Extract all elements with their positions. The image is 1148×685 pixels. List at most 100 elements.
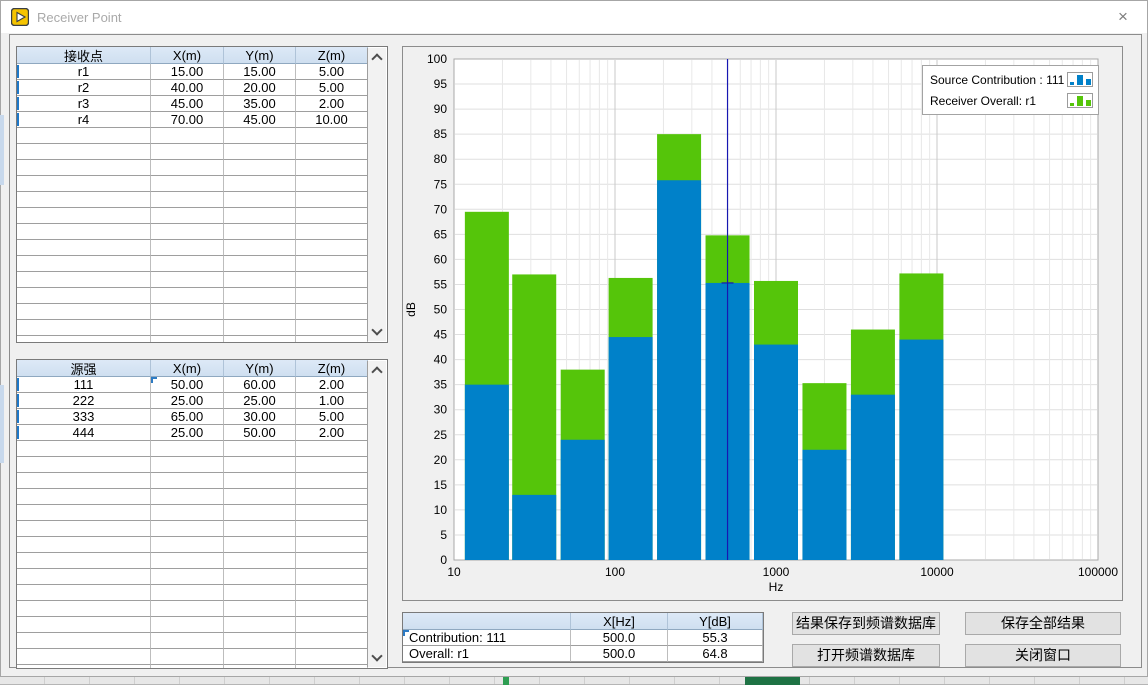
table-cell[interactable]: [151, 585, 224, 601]
table-cell[interactable]: [17, 633, 151, 649]
table-cell[interactable]: [224, 441, 296, 457]
table-cell[interactable]: [17, 320, 151, 336]
table-cell[interactable]: 5.00: [296, 64, 368, 80]
table-cell[interactable]: 333: [17, 409, 151, 425]
table-cell[interactable]: [224, 192, 296, 208]
scroll-up-icon[interactable]: [371, 53, 382, 64]
table-cell[interactable]: Overall: r1: [403, 646, 571, 662]
table-cell[interactable]: [151, 288, 224, 304]
table-cell[interactable]: 5.00: [296, 80, 368, 96]
table-cell[interactable]: [151, 569, 224, 585]
table-cell[interactable]: [296, 489, 368, 505]
table-cell[interactable]: [224, 304, 296, 320]
table-cell[interactable]: [17, 272, 151, 288]
table-cell[interactable]: [296, 617, 368, 633]
table-cell[interactable]: [224, 128, 296, 144]
table-cell[interactable]: 50.00: [224, 425, 296, 441]
table-cell[interactable]: [151, 521, 224, 537]
table-cell[interactable]: [296, 441, 368, 457]
table-cell[interactable]: [224, 665, 296, 669]
table-cell[interactable]: 2.00: [296, 377, 368, 393]
table-cell[interactable]: 55.3: [668, 630, 763, 646]
table-cell[interactable]: [151, 505, 224, 521]
table-cell[interactable]: [296, 160, 368, 176]
table-cell[interactable]: [224, 521, 296, 537]
table-cell[interactable]: [224, 473, 296, 489]
table-cell[interactable]: [17, 304, 151, 320]
table-cell[interactable]: [224, 569, 296, 585]
table-cell[interactable]: [296, 256, 368, 272]
table-cell[interactable]: [296, 272, 368, 288]
table-cell[interactable]: 45.00: [224, 112, 296, 128]
table-cell[interactable]: 2.00: [296, 96, 368, 112]
table-cell[interactable]: [224, 176, 296, 192]
scroll-up-icon[interactable]: [371, 366, 382, 377]
table-cell[interactable]: [17, 617, 151, 633]
table-cell[interactable]: [17, 473, 151, 489]
table-cell[interactable]: [224, 601, 296, 617]
table-cell[interactable]: [17, 128, 151, 144]
table-cell[interactable]: [17, 649, 151, 665]
table-cell[interactable]: 30.00: [224, 409, 296, 425]
table-cell[interactable]: 2.00: [296, 425, 368, 441]
table-cell[interactable]: [296, 240, 368, 256]
table-cell[interactable]: [224, 160, 296, 176]
table-cell[interactable]: [17, 224, 151, 240]
table-cell[interactable]: [224, 489, 296, 505]
table-cell[interactable]: 15.00: [151, 64, 224, 80]
table-cell[interactable]: Contribution: 111: [403, 630, 571, 646]
table-scrollbar[interactable]: [367, 48, 386, 341]
table-cell[interactable]: 15.00: [224, 64, 296, 80]
table-cell[interactable]: [17, 144, 151, 160]
table-cell[interactable]: [151, 272, 224, 288]
receiver-table[interactable]: 接收点X(m)Y(m)Z(m)r115.0015.005.00r240.0020…: [16, 46, 388, 343]
table-cell[interactable]: [151, 176, 224, 192]
cursor-readout-table[interactable]: X[Hz]Y[dB]Contribution: 111500.055.3Over…: [402, 612, 764, 663]
table-cell[interactable]: [17, 553, 151, 569]
table-cell[interactable]: [224, 272, 296, 288]
save-all-results-button[interactable]: 保存全部结果: [965, 612, 1121, 635]
table-cell[interactable]: [224, 144, 296, 160]
table-cell[interactable]: [296, 144, 368, 160]
table-cell[interactable]: [151, 473, 224, 489]
table-cell[interactable]: [151, 601, 224, 617]
table-cell[interactable]: 1.00: [296, 393, 368, 409]
table-cell[interactable]: [151, 304, 224, 320]
table-cell[interactable]: [17, 489, 151, 505]
table-scrollbar[interactable]: [367, 361, 386, 667]
table-cell[interactable]: [151, 665, 224, 669]
table-cell[interactable]: 64.8: [668, 646, 763, 662]
table-cell[interactable]: [296, 320, 368, 336]
table-cell[interactable]: [224, 617, 296, 633]
legend-row-contribution[interactable]: Source Contribution : 111: [930, 69, 1093, 90]
table-cell[interactable]: 60.00: [224, 377, 296, 393]
table-cell[interactable]: [151, 537, 224, 553]
table-cell[interactable]: [296, 521, 368, 537]
table-cell[interactable]: [296, 208, 368, 224]
table-cell[interactable]: r3: [17, 96, 151, 112]
table-cell[interactable]: [151, 489, 224, 505]
table-cell[interactable]: [151, 441, 224, 457]
table-cell[interactable]: [296, 649, 368, 665]
table-cell[interactable]: [296, 553, 368, 569]
legend-row-overall[interactable]: Receiver Overall: r1: [930, 90, 1093, 111]
table-cell[interactable]: [151, 144, 224, 160]
table-cell[interactable]: 25.00: [151, 393, 224, 409]
table-cell[interactable]: 50.00: [151, 377, 224, 393]
table-cell[interactable]: [296, 304, 368, 320]
table-cell[interactable]: r2: [17, 80, 151, 96]
table-cell[interactable]: r1: [17, 64, 151, 80]
table-cell[interactable]: 10.00: [296, 112, 368, 128]
table-cell[interactable]: [296, 128, 368, 144]
table-cell[interactable]: [296, 569, 368, 585]
table-cell[interactable]: [224, 256, 296, 272]
bar-plot-style-icon[interactable]: [1067, 93, 1093, 108]
table-cell[interactable]: [17, 665, 151, 669]
table-cell[interactable]: [151, 633, 224, 649]
table-cell[interactable]: 65.00: [151, 409, 224, 425]
table-cell[interactable]: [151, 336, 224, 343]
table-cell[interactable]: 444: [17, 425, 151, 441]
table-cell[interactable]: [296, 224, 368, 240]
table-cell[interactable]: [296, 665, 368, 669]
table-cell[interactable]: [224, 553, 296, 569]
